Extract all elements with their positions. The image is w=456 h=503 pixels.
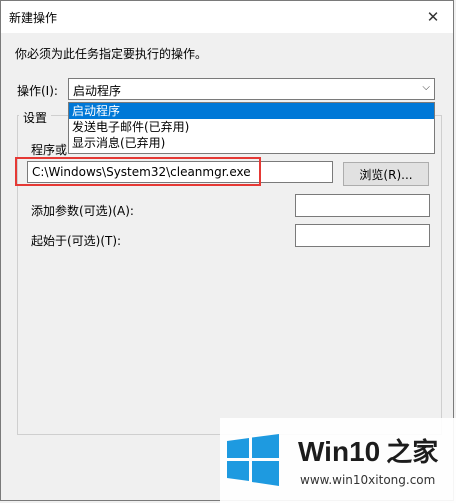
dropdown-option-start-program[interactable]: 启动程序 xyxy=(69,103,434,119)
operation-label: 操作(I): xyxy=(17,84,58,98)
start-in-label: 起始于(可选)(T): xyxy=(31,234,122,248)
watermark-url: www.win10xitong.com xyxy=(300,473,436,487)
args-input[interactable] xyxy=(295,194,430,217)
program-label: 程序或 xyxy=(31,143,68,157)
args-label: 添加参数(可选)(A): xyxy=(31,204,134,218)
browse-button[interactable]: 浏览(R)... xyxy=(343,162,429,186)
dropdown-option-send-email[interactable]: 发送电子邮件(已弃用) xyxy=(69,119,434,135)
watermark: Win10 之家 www.win10xitong.com xyxy=(220,418,456,503)
dropdown-option-show-message[interactable]: 显示消息(已弃用) xyxy=(69,135,434,151)
watermark-brand: Win10 之家 xyxy=(298,432,438,469)
dialog-title: 新建操作 xyxy=(9,11,58,25)
operation-select-value: 启动程序 xyxy=(73,84,122,98)
settings-group-title: 设置 xyxy=(19,109,52,126)
title-bar: 新建操作 ✕ xyxy=(1,1,453,33)
windows-logo-icon xyxy=(227,434,279,486)
red-highlight-box xyxy=(15,157,261,186)
start-in-input[interactable] xyxy=(295,224,430,247)
operation-dropdown-list: 启动程序 发送电子邮件(已弃用) 显示消息(已弃用) xyxy=(68,102,435,154)
close-icon[interactable]: ✕ xyxy=(413,1,453,33)
operation-select[interactable]: 启动程序 ⌵ xyxy=(68,78,435,100)
chevron-down-icon[interactable]: ⌵ xyxy=(422,82,430,93)
watermark-brand-text: Win10 xyxy=(298,436,381,467)
watermark-brand-cn: 之家 xyxy=(386,437,439,467)
instruction-text: 你必须为此任务指定要执行的操作。 xyxy=(15,47,208,61)
